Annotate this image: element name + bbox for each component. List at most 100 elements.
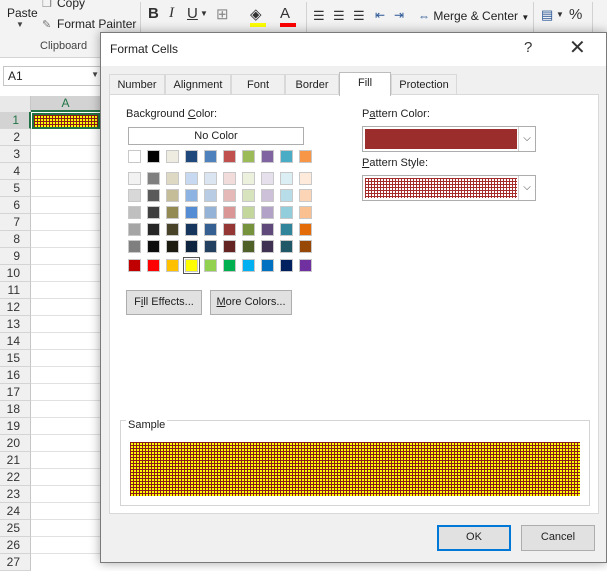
row-header[interactable]: 15 [0,350,31,367]
color-swatch[interactable] [299,240,312,253]
row-header[interactable]: 4 [0,163,31,180]
color-swatch[interactable] [261,259,274,272]
color-swatch[interactable] [223,223,236,236]
color-swatch[interactable] [166,206,179,219]
underline-button[interactable]: U [187,5,198,22]
color-swatch[interactable] [128,259,141,272]
color-swatch[interactable] [280,240,293,253]
chevron-down-icon[interactable]: ▼ [91,70,99,79]
color-swatch[interactable] [261,240,274,253]
accounting-format-icon[interactable]: ▤ [541,7,553,23]
color-swatch[interactable] [204,172,217,185]
color-swatch[interactable] [185,172,198,185]
color-swatch[interactable] [128,150,141,163]
color-swatch[interactable] [204,189,217,202]
row-header[interactable]: 24 [0,503,31,520]
row-header[interactable]: 22 [0,469,31,486]
color-swatch[interactable] [204,240,217,253]
color-swatch[interactable] [204,150,217,163]
color-swatch[interactable] [147,150,160,163]
decrease-indent-icon[interactable]: ⇤ [375,8,385,22]
color-swatch[interactable] [185,223,198,236]
column-header-a[interactable]: A [31,96,101,112]
color-swatch[interactable] [299,150,312,163]
row-header[interactable]: 27 [0,554,31,571]
color-swatch[interactable] [223,189,236,202]
borders-icon[interactable]: ⊞ [216,5,229,23]
color-swatch[interactable] [242,189,255,202]
color-swatch[interactable] [128,172,141,185]
row-header[interactable]: 6 [0,197,31,214]
cancel-button[interactable]: Cancel [521,525,595,551]
color-swatch[interactable] [147,240,160,253]
color-swatch[interactable] [280,150,293,163]
color-swatch[interactable] [183,257,200,274]
color-swatch[interactable] [261,172,274,185]
color-swatch[interactable] [299,259,312,272]
cell-a1[interactable] [32,113,100,129]
align-center-icon[interactable]: ☰ [333,8,345,24]
row-header[interactable]: 23 [0,486,31,503]
copy-button[interactable]: ❐ Copy [42,0,85,10]
row-header[interactable]: 17 [0,384,31,401]
pattern-color-dropdown[interactable]: ⌵ [362,126,536,152]
format-painter-button[interactable]: ✎ Format Painter [42,17,136,31]
row-header[interactable]: 9 [0,248,31,265]
ok-button[interactable]: OK [437,525,511,551]
color-swatch[interactable] [147,206,160,219]
tab-alignment[interactable]: Alignment [165,74,231,95]
row-header[interactable]: 3 [0,146,31,163]
align-left-icon[interactable]: ☰ [313,8,325,24]
help-icon[interactable]: ? [524,39,532,56]
color-swatch[interactable] [242,150,255,163]
row-header[interactable]: 10 [0,265,31,282]
color-swatch[interactable] [185,206,198,219]
tab-border[interactable]: Border [285,74,339,95]
color-swatch[interactable] [280,206,293,219]
font-color-button[interactable]: A [280,5,290,22]
color-swatch[interactable] [223,259,236,272]
tab-fill[interactable]: Fill [339,72,391,96]
row-header[interactable]: 26 [0,537,31,554]
color-swatch[interactable] [166,259,179,272]
row-header[interactable]: 1 [0,112,31,129]
color-swatch[interactable] [166,240,179,253]
select-all-corner[interactable] [0,96,31,112]
accounting-dropdown-icon[interactable]: ▼ [556,10,564,19]
color-swatch[interactable] [128,223,141,236]
color-swatch[interactable] [261,189,274,202]
row-header[interactable]: 11 [0,282,31,299]
color-swatch[interactable] [128,206,141,219]
color-swatch[interactable] [147,223,160,236]
fill-color-icon[interactable]: ◈ [250,5,262,23]
row-header[interactable]: 14 [0,333,31,350]
dialog-titlebar[interactable]: Format Cells ? ✕ [101,33,606,66]
color-swatch[interactable] [147,172,160,185]
row-header[interactable]: 21 [0,452,31,469]
color-swatch[interactable] [166,223,179,236]
fill-effects-button[interactable]: Fill Effects... [126,290,202,315]
tab-protection[interactable]: Protection [391,74,457,95]
tab-number[interactable]: Number [109,74,165,95]
color-swatch[interactable] [242,206,255,219]
row-header[interactable]: 20 [0,435,31,452]
color-swatch[interactable] [261,150,274,163]
color-swatch[interactable] [166,172,179,185]
color-swatch[interactable] [223,150,236,163]
color-swatch[interactable] [185,240,198,253]
chevron-down-icon[interactable]: ⌵ [518,127,535,151]
color-swatch[interactable] [242,240,255,253]
color-swatch[interactable] [166,150,179,163]
row-header[interactable]: 2 [0,129,31,146]
color-swatch[interactable] [242,259,255,272]
color-swatch[interactable] [280,223,293,236]
close-icon[interactable]: ✕ [569,35,586,60]
color-swatch[interactable] [204,223,217,236]
row-header[interactable]: 16 [0,367,31,384]
underline-dropdown-icon[interactable]: ▼ [200,9,208,18]
color-swatch[interactable] [242,172,255,185]
color-swatch[interactable] [204,259,217,272]
color-swatch[interactable] [185,189,198,202]
paste-button[interactable]: Paste [7,6,38,20]
paste-dropdown-icon[interactable]: ▼ [16,20,24,29]
